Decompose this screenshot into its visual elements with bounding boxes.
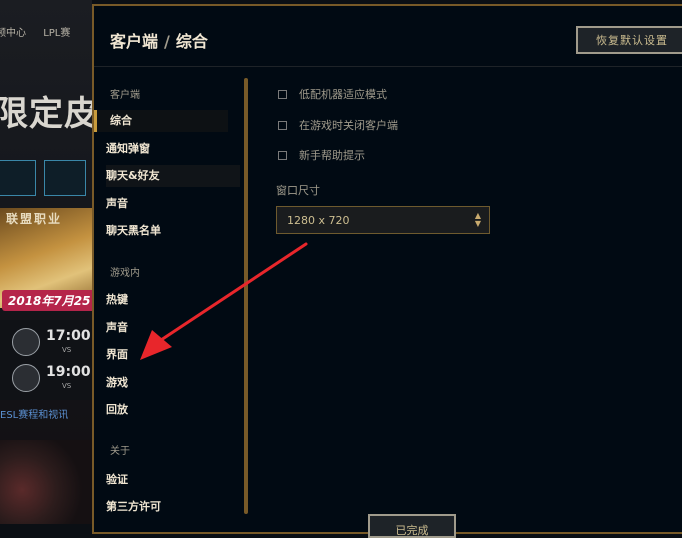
background-thumbnail[interactable] (0, 440, 92, 524)
breadcrumb-separator: / (164, 32, 170, 51)
chevron-up-down-icon: ▲ ▼ (474, 211, 481, 228)
background-banner-title: 联盟职业 (6, 212, 63, 226)
sidebar-item-replay[interactable]: 回放 (106, 399, 240, 421)
settings-sidebar: 客户端 综合 通知弹窗 聊天&好友 声音 聊天黑名单 游戏内 热键 声音 界面 … (94, 68, 242, 538)
sidebar-section-about: 关于 (110, 446, 130, 457)
background-date-badge: 2018年7月25 (2, 290, 92, 311)
sidebar-item-label: 聊天黑名单 (106, 224, 161, 237)
background-match-row[interactable]: 17:00 VS (0, 320, 92, 362)
background-headline: 限定皮 (0, 94, 92, 134)
page-title: 综合 (175, 32, 208, 51)
match-time: 17:00 (46, 328, 91, 344)
sidebar-item-label: 游戏 (106, 376, 128, 389)
sidebar-item-verification[interactable]: 验证 (106, 469, 240, 491)
sidebar-item-label: 热键 (106, 293, 128, 306)
background-button[interactable] (0, 160, 36, 196)
sidebar-section-in-game: 游戏内 (110, 268, 140, 279)
close-client-in-game-checkbox[interactable] (278, 120, 287, 130)
match-vs: VS (62, 382, 72, 390)
sidebar-item-third-party-licenses[interactable]: 第三方许可 (106, 496, 240, 518)
checkbox-label: 低配机器适应模式 (299, 88, 387, 101)
breadcrumb-section: 客户端 (110, 32, 159, 51)
background-match-row[interactable]: 19:00 VS (0, 358, 92, 400)
background-client: 频中心 LPL赛 限定皮 联盟职业 2018年7月25 17:00 VS 19:… (0, 0, 92, 524)
window-size-value: 1280 x 720 (287, 213, 350, 227)
active-indicator (94, 110, 97, 132)
done-button[interactable]: 已完成 (368, 514, 456, 538)
background-link[interactable]: ESL赛程和视讯 (0, 406, 68, 421)
sidebar-item-label: 声音 (106, 197, 128, 210)
window-size-label: 窗口尺寸 (276, 184, 320, 197)
sidebar-item-hotkeys[interactable]: 热键 (106, 289, 240, 311)
window-size-select[interactable]: 1280 x 720 ▲ ▼ (276, 206, 490, 234)
newbie-tips-option[interactable]: 新手帮助提示 (278, 147, 365, 163)
sidebar-item-label: 第三方许可 (106, 500, 161, 513)
restore-defaults-button[interactable]: 恢复默认设置 (576, 26, 682, 54)
sidebar-section-client: 客户端 (110, 90, 140, 101)
low-spec-mode-checkbox[interactable] (278, 89, 287, 99)
sidebar-item-label: 界面 (106, 348, 128, 361)
low-spec-mode-option[interactable]: 低配机器适应模式 (278, 86, 387, 102)
breadcrumb: 客户端 / 综合 (110, 28, 208, 52)
match-vs: VS (62, 346, 72, 354)
bg-nav-item[interactable]: LPL赛 (43, 28, 70, 39)
sidebar-item-notifications[interactable]: 通知弹窗 (106, 138, 240, 160)
team-logo-icon (12, 328, 40, 356)
sidebar-item-label: 声音 (106, 321, 128, 334)
sidebar-scrollbar[interactable] (244, 78, 248, 514)
sidebar-item-label: 聊天&好友 (106, 169, 160, 182)
checkbox-label: 新手帮助提示 (299, 149, 365, 162)
sidebar-item-general[interactable]: 综合 (94, 110, 228, 132)
sidebar-item-game-sound[interactable]: 声音 (106, 317, 240, 339)
sidebar-item-label: 通知弹窗 (106, 142, 150, 155)
team-logo-icon (12, 364, 40, 392)
background-nav: 频中心 LPL赛 (0, 24, 84, 39)
sidebar-item-chat-friends[interactable]: 聊天&好友 (106, 165, 240, 187)
sidebar-item-label: 回放 (106, 403, 128, 416)
sidebar-item-interface[interactable]: 界面 (106, 344, 240, 366)
bg-nav-item[interactable]: 频中心 (0, 28, 26, 39)
checkbox-label: 在游戏时关闭客户端 (299, 119, 398, 132)
sidebar-item-game[interactable]: 游戏 (106, 372, 240, 394)
background-button[interactable] (44, 160, 86, 196)
sidebar-item-label: 验证 (106, 473, 128, 486)
match-time: 19:00 (46, 364, 91, 380)
close-client-in-game-option[interactable]: 在游戏时关闭客户端 (278, 117, 398, 133)
header-divider (94, 66, 682, 67)
settings-modal: 客户端 / 综合 恢复默认设置 客户端 综合 通知弹窗 聊天&好友 声音 聊天黑名单… (92, 4, 682, 538)
sidebar-item-client-sound[interactable]: 声音 (106, 193, 240, 215)
newbie-tips-checkbox[interactable] (278, 150, 287, 160)
sidebar-item-chat-blacklist[interactable]: 聊天黑名单 (106, 220, 240, 242)
sidebar-item-label: 综合 (110, 114, 132, 127)
